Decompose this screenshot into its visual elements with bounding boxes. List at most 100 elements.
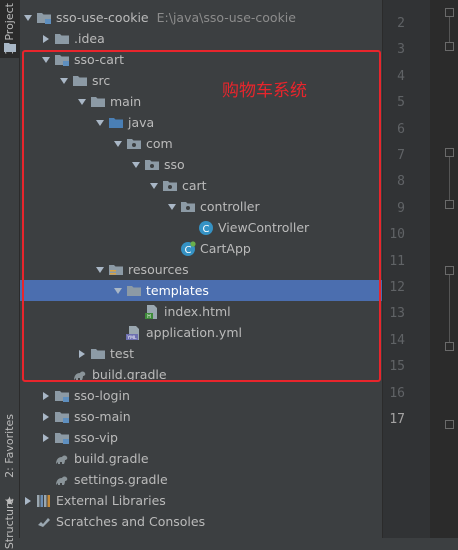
tree-node[interactable]: sso-login [20,385,398,406]
expand-arrow-right-icon[interactable] [40,28,52,49]
tree-node-label: sso-main [74,409,131,424]
arrow-spacer [58,364,70,385]
structure-tool-tab-label: Structure [3,498,16,550]
tree-node-label: External Libraries [56,493,166,508]
svg-text:H: H [147,314,151,320]
expand-arrow-right-icon[interactable] [40,427,52,448]
tree-node[interactable]: .idea [20,28,398,49]
folder-icon [126,283,142,299]
fold-marker-icon[interactable] [445,148,454,157]
tree-node[interactable]: settings.gradle [20,469,398,490]
module-folder-icon [54,430,70,446]
tree-node-label: Scratches and Consoles [56,514,206,529]
fold-marker-icon[interactable] [445,8,454,17]
line-number: 3 [397,42,405,58]
resources-folder-icon [108,262,124,278]
tree-node-label: settings.gradle [74,472,168,487]
fold-marker-icon[interactable] [445,342,454,351]
gradle-file-icon [72,367,88,383]
fold-guide-line [449,275,450,342]
expand-arrow-down-icon[interactable] [58,70,70,91]
line-number: 15 [389,359,405,375]
tree-node[interactable]: sso-use-cookie E:\java\sso-use-cookie [20,7,380,28]
tree-node[interactable]: src [20,70,416,91]
module-path: E:\java\sso-use-cookie [156,10,296,25]
package-icon [126,136,142,152]
tree-node-label: build.gradle [74,451,149,466]
line-number: 8 [397,174,405,190]
tree-node-label: com [146,136,173,151]
tree-node[interactable]: Scratches and Consoles [20,511,380,532]
expand-arrow-down-icon[interactable] [94,259,106,280]
folder-icon [72,73,88,89]
tree-node[interactable]: test [20,343,434,364]
arrow-spacer [166,238,178,259]
expand-arrow-down-icon[interactable] [166,196,178,217]
tree-node[interactable]: sso-vip [20,427,398,448]
line-number: 17 [389,412,405,427]
package-icon [144,157,160,173]
expand-arrow-down-icon[interactable] [22,7,34,28]
fold-guide-line [449,17,450,42]
line-number: 5 [397,95,405,111]
fold-marker-icon[interactable] [445,200,454,209]
expand-arrow-down-icon[interactable] [40,49,52,70]
folder-icon [90,346,106,362]
package-icon [162,178,178,194]
structure-tool-tab[interactable]: Structure [0,498,19,549]
tree-node[interactable]: build.gradle [20,448,398,469]
expand-arrow-down-icon[interactable] [76,91,88,112]
svg-text:C: C [203,224,210,235]
yml-file-icon: YML [126,325,142,341]
arrow-spacer [184,217,196,238]
tree-node-label: .idea [74,31,105,46]
line-number: 10 [389,227,405,243]
expand-arrow-right-icon[interactable] [22,490,34,511]
expand-arrow-down-icon[interactable] [112,133,124,154]
tree-node[interactable]: sso-main [20,406,398,427]
source-folder-icon [108,115,124,131]
gradle-file-icon [54,451,70,467]
tree-node[interactable]: sso-cart [20,49,398,70]
expand-arrow-down-icon[interactable] [94,112,106,133]
svg-text:YML: YML [126,335,137,341]
line-number: 9 [397,200,405,216]
tree-node[interactable]: build.gradle [20,364,416,385]
tree-node-label: test [110,346,135,361]
line-number: 6 [397,121,405,137]
tree-node-label: sso-use-cookie [56,10,149,25]
line-number: 7 [397,148,405,163]
arrow-spacer [22,511,34,532]
arrow-spacer [40,448,52,469]
tree-node-label: index.html [164,304,231,319]
module-folder-icon [36,10,52,26]
fold-marker-icon[interactable] [445,266,454,275]
tree-node-label: src [92,73,111,88]
project-tree[interactable]: sso-use-cookie E:\java\sso-use-cookie .ide… [20,0,458,538]
folder-icon [90,94,106,110]
expand-arrow-right-icon[interactable] [40,385,52,406]
fold-marker-icon[interactable] [445,420,454,429]
expand-arrow-right-icon[interactable] [76,343,88,364]
line-number: 4 [397,68,405,84]
expand-arrow-right-icon[interactable] [40,406,52,427]
expand-arrow-down-icon[interactable] [112,280,124,301]
tree-node-label: ViewController [218,220,310,235]
html-file-icon: H [144,304,160,320]
spring-boot-class-icon: C [180,240,196,257]
line-number: 12 [389,280,405,295]
line-number: 11 [389,253,405,269]
java-class-icon: C [198,220,214,236]
expand-arrow-down-icon[interactable] [148,175,160,196]
tree-node-label: templates [146,283,209,298]
gradle-file-icon [54,472,70,488]
favorites-tool-tab[interactable]: 2: Favorites [0,400,19,492]
fold-marker-icon[interactable] [445,42,454,51]
favorites-tool-tab-label: 2: Favorites [3,414,16,478]
line-number: 16 [389,385,405,401]
tree-node[interactable]: External Libraries [20,490,380,511]
arrow-spacer [40,469,52,490]
tree-node-label: sso-login [74,388,130,403]
package-icon [180,199,196,215]
expand-arrow-down-icon[interactable] [130,154,142,175]
